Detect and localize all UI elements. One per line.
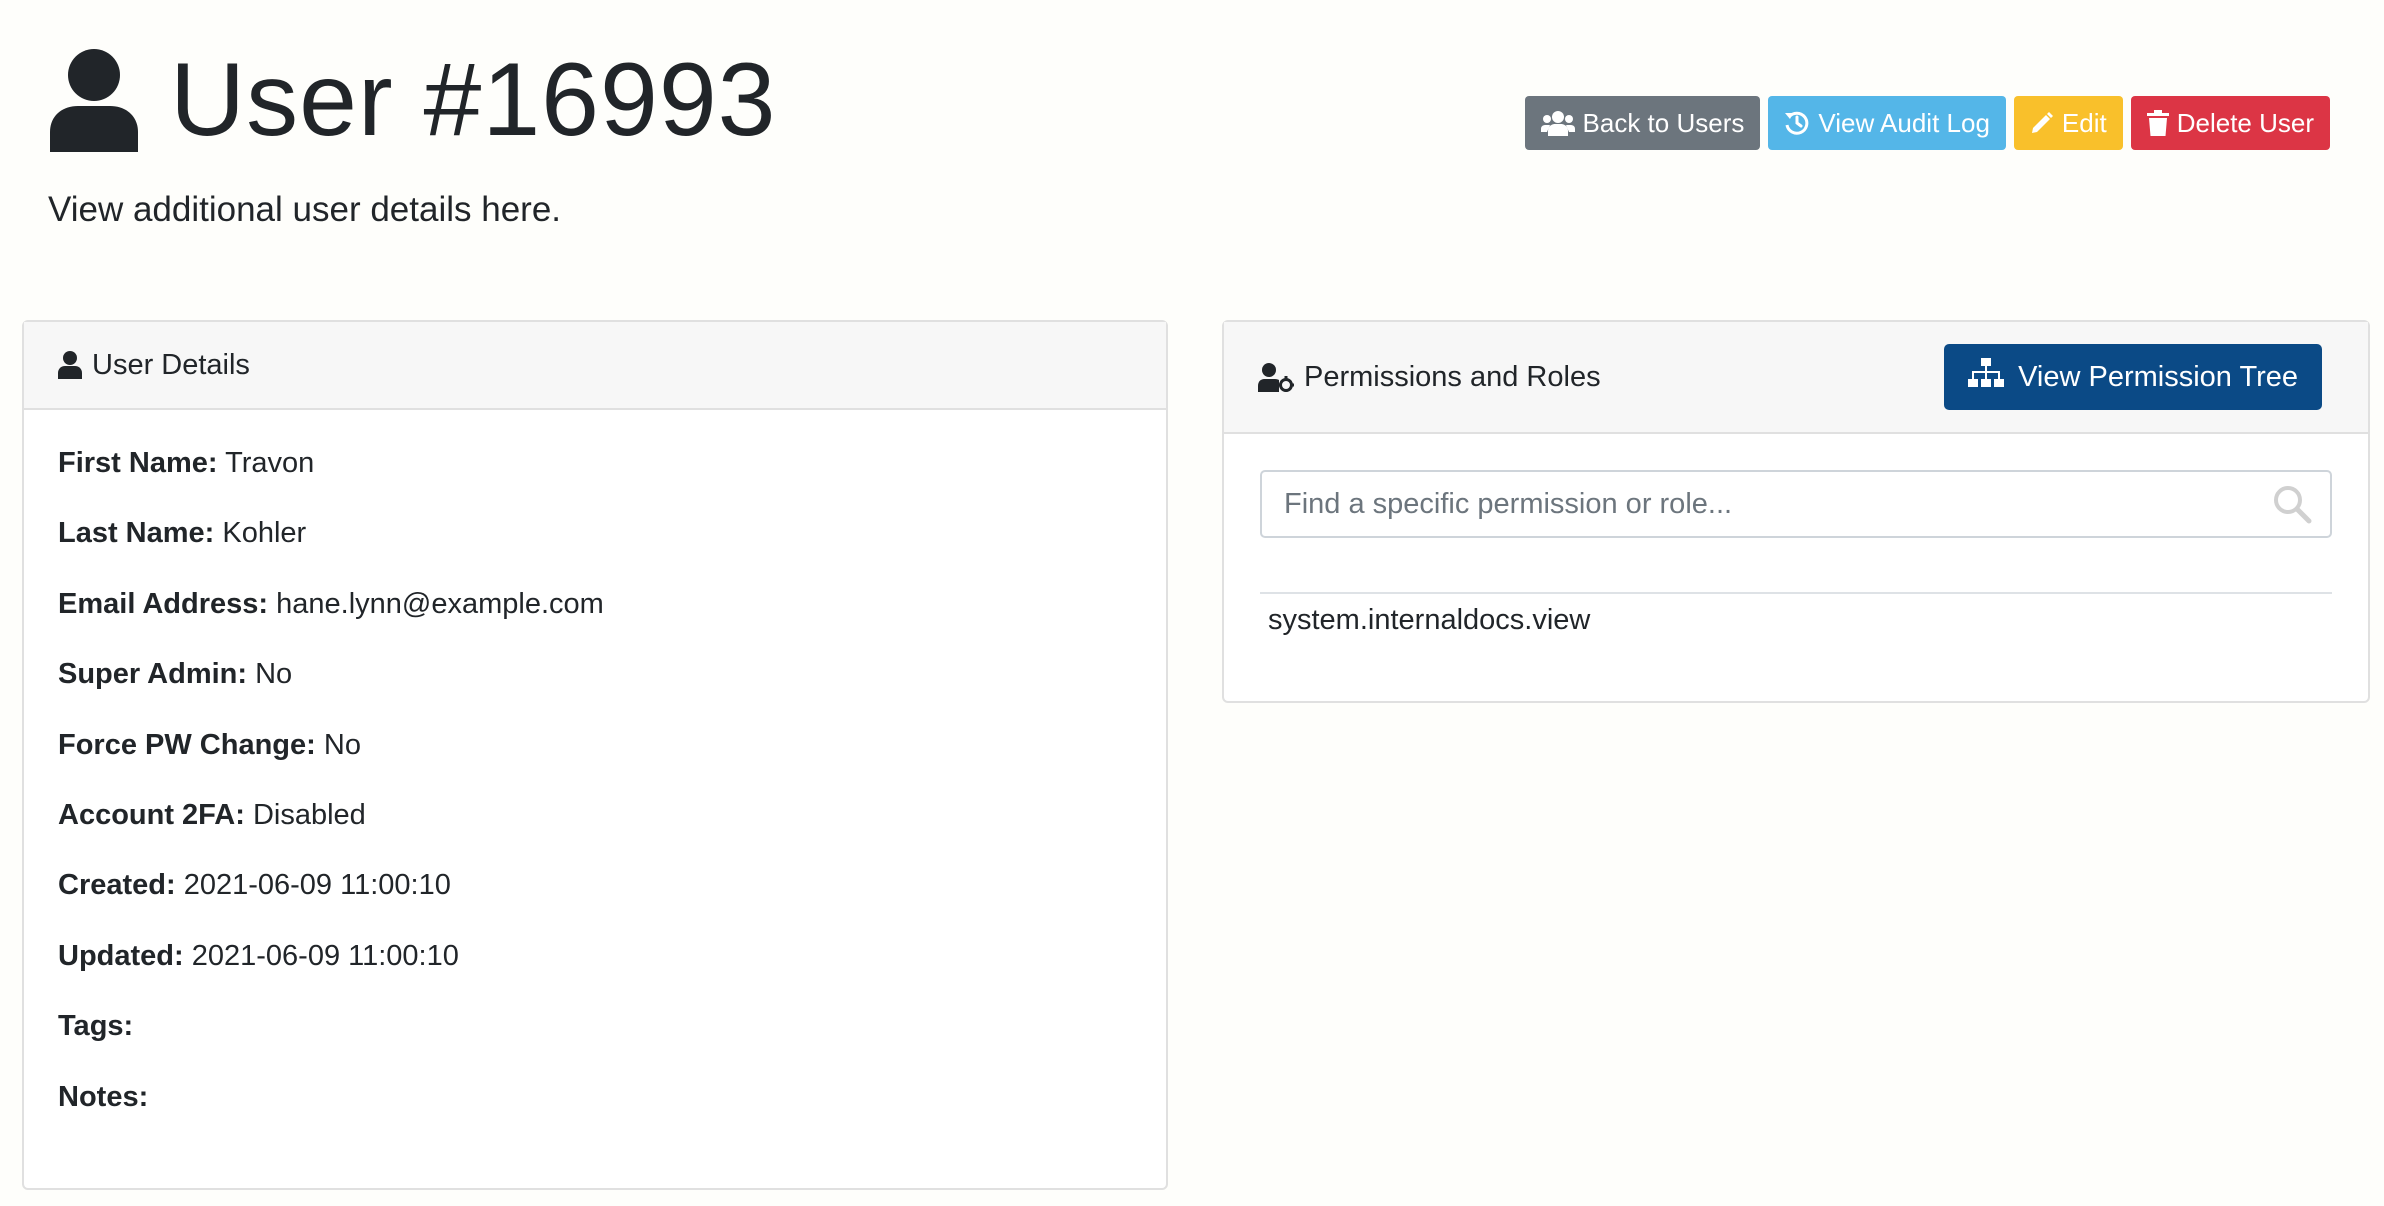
detail-value: 2021-06-09 11:00:10 bbox=[183, 869, 451, 902]
detail-updated: Updated: 2021-06-09 11:00:10 bbox=[58, 939, 1132, 1009]
user-icon bbox=[58, 351, 82, 379]
user-details-card: User Details First Name: Travon Last Nam… bbox=[22, 320, 1168, 1190]
sitemap-icon bbox=[1968, 358, 2005, 396]
detail-label: First Name: bbox=[58, 447, 218, 479]
permission-item: system.internaldocs.view bbox=[1268, 604, 1591, 636]
delete-user-button[interactable]: Delete User bbox=[2130, 96, 2330, 150]
page-header: User #16993 View additional user details… bbox=[48, 48, 777, 230]
detail-label: Last Name: bbox=[58, 517, 215, 550]
detail-value: 2021-06-09 11:00:10 bbox=[191, 939, 459, 972]
detail-value: No bbox=[255, 658, 293, 691]
detail-label: Super Admin: bbox=[58, 658, 248, 691]
pencil-icon bbox=[2030, 111, 2054, 135]
edit-label: Edit bbox=[2061, 107, 2107, 138]
search-icon[interactable] bbox=[2272, 484, 2312, 529]
view-permission-tree-label: View Permission Tree bbox=[2018, 360, 2298, 393]
detail-label: Email Address: bbox=[58, 587, 269, 620]
delete-user-label: Delete User bbox=[2176, 107, 2314, 138]
user-icon bbox=[48, 48, 140, 152]
detail-first-name: First Name: Travon bbox=[58, 446, 1132, 516]
detail-last-name: Last Name: Kohler bbox=[58, 516, 1132, 586]
view-audit-log-button[interactable]: View Audit Log bbox=[1768, 96, 2006, 150]
user-cog-icon bbox=[1258, 362, 1294, 392]
detail-force-pw-change: Force PW Change: No bbox=[58, 728, 1132, 798]
page-subtitle: View additional user details here. bbox=[48, 190, 562, 229]
detail-label: Created: bbox=[58, 869, 176, 902]
detail-value: hane.lynn@example.com bbox=[276, 587, 604, 620]
detail-email: Email Address: hane.lynn@example.com bbox=[58, 587, 1132, 657]
detail-value: Kohler bbox=[222, 517, 307, 550]
back-to-users-button[interactable]: Back to Users bbox=[1524, 96, 1761, 150]
detail-value: No bbox=[323, 728, 361, 761]
detail-label: Account 2FA: bbox=[58, 798, 245, 831]
trash-icon bbox=[2146, 110, 2169, 136]
detail-notes: Notes: bbox=[58, 1080, 1132, 1150]
history-icon bbox=[1784, 110, 1810, 136]
detail-super-admin: Super Admin: No bbox=[58, 657, 1132, 727]
permissions-title: Permissions and Roles bbox=[1304, 360, 1601, 393]
edit-button[interactable]: Edit bbox=[2013, 96, 2123, 150]
users-icon bbox=[1540, 110, 1575, 136]
back-to-users-label: Back to Users bbox=[1582, 107, 1745, 138]
view-permission-tree-button[interactable]: View Permission Tree bbox=[1944, 344, 2322, 410]
detail-label: Tags: bbox=[58, 1010, 134, 1043]
detail-created: Created: 2021-06-09 11:00:10 bbox=[58, 868, 1132, 938]
user-details-title: User Details bbox=[92, 348, 250, 381]
detail-label: Notes: bbox=[58, 1080, 149, 1113]
page-title: User #16993 bbox=[170, 42, 777, 158]
permission-search bbox=[1260, 470, 2332, 538]
detail-value: Disabled bbox=[252, 798, 366, 831]
permission-search-input[interactable] bbox=[1260, 470, 2332, 538]
detail-value: Travon bbox=[225, 447, 315, 479]
permissions-card: Permissions and Roles View Permission Tr… bbox=[1222, 320, 2370, 703]
detail-label: Updated: bbox=[58, 939, 184, 972]
detail-account-2fa: Account 2FA: Disabled bbox=[58, 798, 1132, 868]
user-details-header: User Details bbox=[24, 322, 1166, 410]
user-details-list: First Name: Travon Last Name: Kohler Ema… bbox=[24, 410, 1166, 1150]
detail-label: Force PW Change: bbox=[58, 728, 316, 761]
action-bar: Back to Users View Audit Log Edit Delete… bbox=[1524, 96, 2330, 150]
view-audit-log-label: View Audit Log bbox=[1818, 107, 1990, 138]
title-row: User #16993 bbox=[48, 48, 777, 152]
permissions-header: Permissions and Roles View Permission Tr… bbox=[1224, 322, 2368, 434]
permissions-body: system.internaldocs.view bbox=[1224, 434, 2368, 647]
detail-tags: Tags: bbox=[58, 1009, 1132, 1079]
